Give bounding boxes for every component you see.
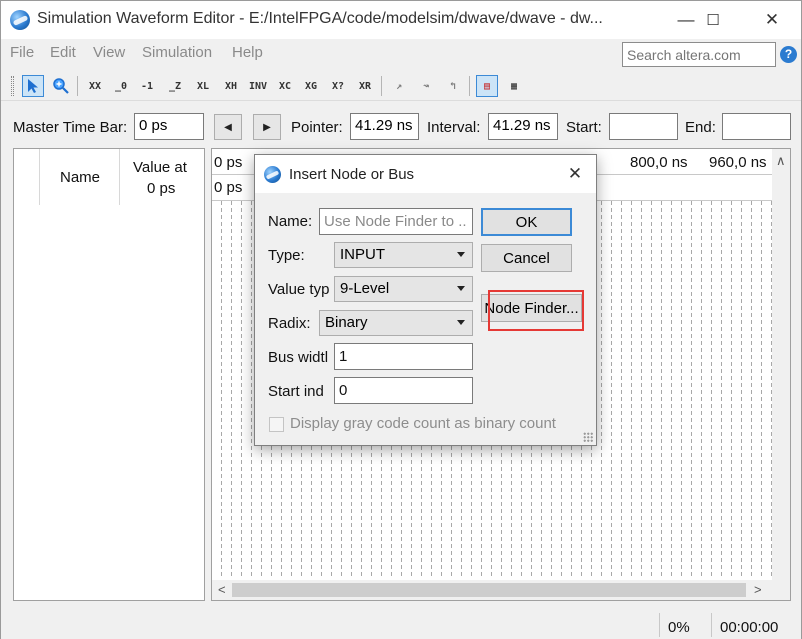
forcing-unknown-icon[interactable]: XX (84, 75, 106, 97)
column-separator (39, 149, 40, 205)
status-progress: 0% (668, 619, 690, 636)
column-separator (119, 149, 120, 205)
type-select-value: INPUT (340, 246, 385, 263)
value-column-header-time: 0 ps (147, 180, 176, 197)
start-index-label: Start ind (268, 383, 324, 400)
ok-button[interactable]: OK (481, 208, 572, 236)
toolbar-separator (381, 76, 382, 96)
horizontal-scroll-thumb[interactable] (232, 583, 746, 597)
main-window: Simulation Waveform Editor - E:/IntelFPG… (0, 0, 802, 639)
zoom-tool-icon[interactable] (50, 75, 72, 97)
arbitrary-value-icon[interactable]: X? (327, 75, 349, 97)
start-index-input[interactable] (334, 377, 473, 404)
master-time-bar-field[interactable]: 0 ps (134, 113, 204, 140)
menu-simulation[interactable]: Simulation (142, 44, 212, 61)
random-value-icon[interactable]: XR (354, 75, 376, 97)
scroll-left-icon[interactable]: < (218, 582, 226, 597)
help-icon[interactable]: ? (780, 46, 797, 63)
close-icon[interactable]: ✕ (749, 1, 795, 39)
previous-transition-button[interactable]: ◀ (214, 114, 242, 140)
toolbar-separator (77, 76, 78, 96)
interval-field: 41.29 ns (488, 113, 558, 140)
ungroup-icon[interactable]: ↰ (442, 75, 464, 97)
radix-label: Radix: (268, 315, 311, 332)
selection-tool-icon[interactable] (22, 75, 44, 97)
menu-view[interactable]: View (93, 44, 125, 61)
radix-select-value: Binary (325, 314, 368, 331)
chevron-down-icon (457, 252, 465, 257)
name-label: Name: (268, 213, 313, 230)
menu-edit[interactable]: Edit (50, 44, 76, 61)
ruler-start-label: 0 ps (214, 154, 243, 171)
weak-low-icon[interactable]: XL (192, 75, 214, 97)
resize-grip-icon[interactable] (583, 432, 593, 442)
search-input[interactable] (622, 42, 776, 67)
maximize-icon[interactable]: ☐ (690, 1, 736, 39)
type-select[interactable]: INPUT (334, 242, 473, 268)
group-icon[interactable]: ↝ (415, 75, 437, 97)
node-list-panel[interactable]: Name Value at 0 ps (13, 148, 205, 601)
menu-help[interactable]: Help (232, 44, 263, 61)
node-name-input[interactable] (319, 208, 473, 235)
toolbar-grip-icon (11, 76, 14, 96)
value-type-select-value: 9-Level (340, 280, 390, 297)
snap-to-grid-icon[interactable]: ↗ (388, 75, 410, 97)
count-value-icon[interactable]: XC (274, 75, 296, 97)
dialog-close-icon[interactable]: ✕ (554, 155, 596, 193)
forcing-high-icon[interactable]: -1 (136, 75, 158, 97)
scroll-up-icon[interactable]: ∧ (776, 153, 786, 169)
quartus-dialog-icon (264, 166, 281, 183)
chevron-down-icon (457, 320, 465, 325)
radix-select[interactable]: Binary (319, 310, 473, 336)
node-finder-highlight-box (488, 290, 584, 331)
value-type-label: Value typ (268, 281, 329, 298)
next-transition-button[interactable]: ▶ (253, 114, 281, 140)
gray-code-label: Display gray code count as binary count (290, 415, 556, 432)
title-bar: Simulation Waveform Editor - E:/IntelFPG… (1, 1, 801, 39)
ruler-tick-800-label: 800,0 ns (630, 154, 688, 171)
start-label: Start: (566, 119, 602, 136)
value-type-select[interactable]: 9-Level (334, 276, 473, 302)
chevron-down-icon (457, 286, 465, 291)
weak-high-icon[interactable]: XH (220, 75, 242, 97)
forcing-low-icon[interactable]: _0 (110, 75, 132, 97)
vertical-scrollbar[interactable]: ∧ (772, 149, 790, 581)
grid-size-icon[interactable]: ▤ (476, 75, 498, 97)
forcing-clock-icon[interactable]: XG (300, 75, 322, 97)
end-field[interactable] (722, 113, 791, 140)
status-separator (659, 613, 660, 637)
window-title: Simulation Waveform Editor - E:/IntelFPG… (37, 10, 603, 27)
cancel-button[interactable]: Cancel (481, 244, 572, 272)
dialog-title: Insert Node or Bus (289, 166, 415, 183)
bus-width-input[interactable] (334, 343, 473, 370)
start-field[interactable] (609, 113, 678, 140)
master-time-bar-label: Master Time Bar: (13, 119, 128, 136)
horizontal-scrollbar[interactable]: < > (212, 580, 790, 600)
status-elapsed-time: 00:00:00 (720, 619, 779, 636)
dialog-title-bar[interactable]: Insert Node or Bus ✕ (255, 155, 596, 193)
scroll-right-icon[interactable]: > (754, 582, 762, 597)
value-column-header[interactable]: Value at (133, 159, 187, 176)
pointer-row-label: 0 ps (214, 179, 243, 196)
pointer-field: 41.29 ns (350, 113, 419, 140)
bus-width-label: Bus widtl (268, 349, 329, 366)
toolbar-separator (469, 76, 470, 96)
status-separator (711, 613, 712, 637)
name-column-header[interactable]: Name (60, 169, 100, 186)
end-label: End: (685, 119, 716, 136)
sort-icon[interactable]: ▦ (503, 75, 525, 97)
high-impedance-icon[interactable]: _Z (164, 75, 186, 97)
quartus-app-icon (10, 10, 30, 30)
pointer-label: Pointer: (291, 119, 343, 136)
type-label: Type: (268, 247, 305, 264)
interval-label: Interval: (427, 119, 481, 136)
gray-code-checkbox[interactable] (269, 417, 284, 432)
ruler-tick-960-label: 960,0 ns (709, 154, 767, 171)
menu-file[interactable]: File (10, 44, 34, 61)
invert-icon[interactable]: INV (247, 75, 269, 97)
